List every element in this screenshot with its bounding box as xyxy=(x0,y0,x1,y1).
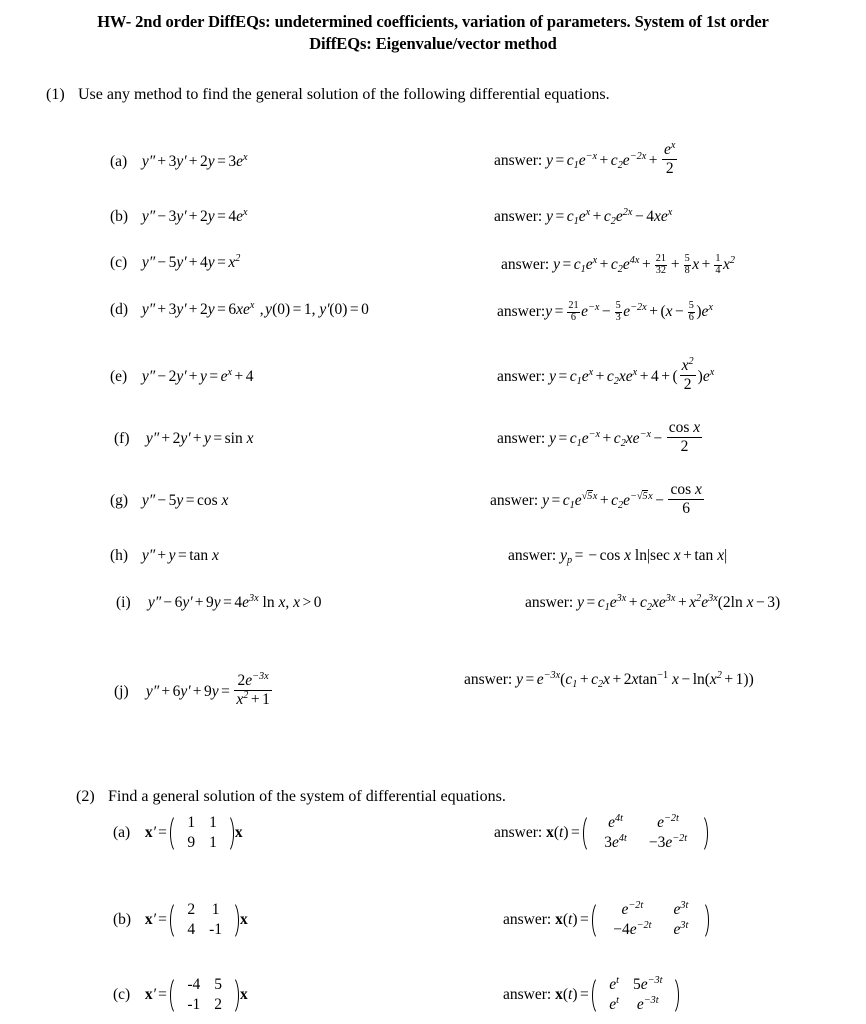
problem-1-heading: (1) Use any method to find the general s… xyxy=(46,86,610,104)
answer2-c: answer: x(t) = et 5e−3t et e−3t xyxy=(503,975,680,1016)
problem-1-prompt: Use any method to find the general solut… xyxy=(78,86,610,103)
problem-2-number: (2) xyxy=(76,788,95,805)
item2-label-b: (b) xyxy=(113,910,132,928)
answer-label-e: answer: xyxy=(497,367,546,385)
document-title: HW- 2nd order DiffEQs: undetermined coef… xyxy=(0,0,866,56)
equation-i: (i) y″ −6y′ +9y = 4e3x ln x, x >0 xyxy=(116,593,322,611)
matrix-cell: 3e4t xyxy=(604,833,627,852)
answer-b: answer: y = c1ex + c2e2x −4xex xyxy=(494,207,673,227)
answer-label-h: answer: xyxy=(508,547,557,564)
matrix-cell: e−2t xyxy=(657,813,679,831)
answer-label-c: answer: xyxy=(501,256,550,274)
item-label-i: (i) xyxy=(116,594,131,611)
problem-2-heading: (2) Find a general solution of the syste… xyxy=(76,788,506,806)
answer-i: answer: y = c1e3x + c2xe3x + x2e3x(2ln x −3) xyxy=(525,593,781,613)
title-line-1: HW- 2nd order DiffEQs: undetermined coef… xyxy=(97,12,769,31)
answer-label-a: answer: xyxy=(494,151,543,169)
item-label-e: (e) xyxy=(110,368,128,385)
equation-d: (d) y″ +3y′ +2y = 6xex ,y(0) = 1, y′(0) = 0 xyxy=(110,300,369,318)
answer-c: answer: y = c1ex + c2e4x +21 32 +5 8 x +1 4 x2 xyxy=(501,253,736,276)
equation-g: (g) y″ −5y = cos x xyxy=(110,492,229,509)
equation-b: (b) y″ −3y′ +2y = 4ex xyxy=(110,207,248,225)
item-label-f: (f) xyxy=(114,430,130,447)
answer-label-j: answer: xyxy=(464,671,513,688)
answer-label-2b: answer: xyxy=(503,910,552,928)
item-label-g: (g) xyxy=(110,492,129,509)
equation-a: (a) y″ +3y′ +2y = 3ex xyxy=(110,152,248,170)
answer-label-b: answer: xyxy=(494,208,543,225)
matrix-cell: −3e−2t xyxy=(648,833,688,852)
answer-f: answer: y = c1e−x + c2xe−x − cos x2 xyxy=(497,419,703,455)
matrix-cell: e−3t xyxy=(636,995,659,1014)
item-label-a: (a) xyxy=(110,153,128,170)
item2-label-a: (a) xyxy=(113,823,131,841)
answer-label-d: answer: xyxy=(497,303,546,321)
answer-label-f: answer: xyxy=(497,429,546,447)
answer-label-2a: answer: xyxy=(494,823,543,841)
equation-c: (c) y″ −5y′ +4y = x2 xyxy=(110,253,241,271)
answer2-b: answer: x(t) = e−2t e3t −4e−2t e3t xyxy=(503,900,710,941)
answer-d: answer:y = 21 6 e−x −5 3 e−2x + (x −5 6)ex xyxy=(497,300,713,323)
item2-label-c: (c) xyxy=(113,985,131,1003)
item-label-h: (h) xyxy=(110,547,129,564)
title-line-2: DiffEQs: Eigenvalue/vector method xyxy=(309,34,557,54)
answer-label-i: answer: xyxy=(525,594,574,611)
solution-matrix-b: e−2t e3t −4e−2t e3t xyxy=(592,900,710,941)
matrix-cell: −4e−2t xyxy=(613,920,652,939)
equation-e: (e) y″ −2y′ + y = ex +4 xyxy=(110,367,254,385)
answer-h: answer: yp = − cos x ln|sec x + tan x| xyxy=(508,547,728,566)
answer-e: answer: y = c1ex + c2xex +4 +(x2 2)ex xyxy=(497,356,715,393)
problem-1-number: (1) xyxy=(46,86,65,103)
answer-label-g: answer: xyxy=(490,491,539,509)
equation-f: (f) y″ +2y′ + y = sin x xyxy=(114,430,254,447)
item-label-d: (d) xyxy=(110,301,129,318)
system-b: (b) x′ = 2 1 4 -1 x xyxy=(113,900,248,941)
problem-2-prompt: Find a general solution of the system of… xyxy=(108,788,506,805)
matrix-cell: e4t xyxy=(608,813,623,831)
answer-j: answer: y = e−3x(c1 + c2x +2xtan−1 x − ln(x2 +1)… xyxy=(464,670,754,690)
matrix-cell: e−2t xyxy=(621,900,644,918)
system-a: (a) x′ = 1 1 9 1x xyxy=(113,813,243,854)
coefficient-matrix-c: -4 5 -1 2 xyxy=(170,975,240,1016)
answer2-a: answer: x(t) = e4t e−2t 3e4t −3e−2t xyxy=(494,813,709,854)
solution-matrix-c: et 5e−3t et e−3t xyxy=(592,975,680,1016)
answer-g: answer: y = c1e√5x + c2e−√5x − cos x6 xyxy=(490,481,704,517)
item-label-j: (j) xyxy=(114,682,129,700)
solution-matrix-a: e4t e−2t 3e4t −3e−2t xyxy=(583,813,709,854)
equation-h: (h) y″ + y = tan x xyxy=(110,547,219,564)
item-label-c: (c) xyxy=(110,254,128,271)
matrix-cell: 5e−3t xyxy=(632,975,663,993)
answer-a: answer: y = c1e−x + c2e−2x + ex 2 xyxy=(494,140,678,177)
coefficient-matrix-a: 1 1 9 1 xyxy=(170,813,234,854)
equation-j: (j) y″ +6y′ +9y = 2e−3x x2 +1 xyxy=(114,671,272,708)
answer-label-2c: answer: xyxy=(503,985,552,1003)
coefficient-matrix-b: 2 1 4 -1 xyxy=(170,900,240,941)
item-label-b: (b) xyxy=(110,208,129,225)
system-c: (c) x′ = -4 5 -1 2x xyxy=(113,975,248,1016)
